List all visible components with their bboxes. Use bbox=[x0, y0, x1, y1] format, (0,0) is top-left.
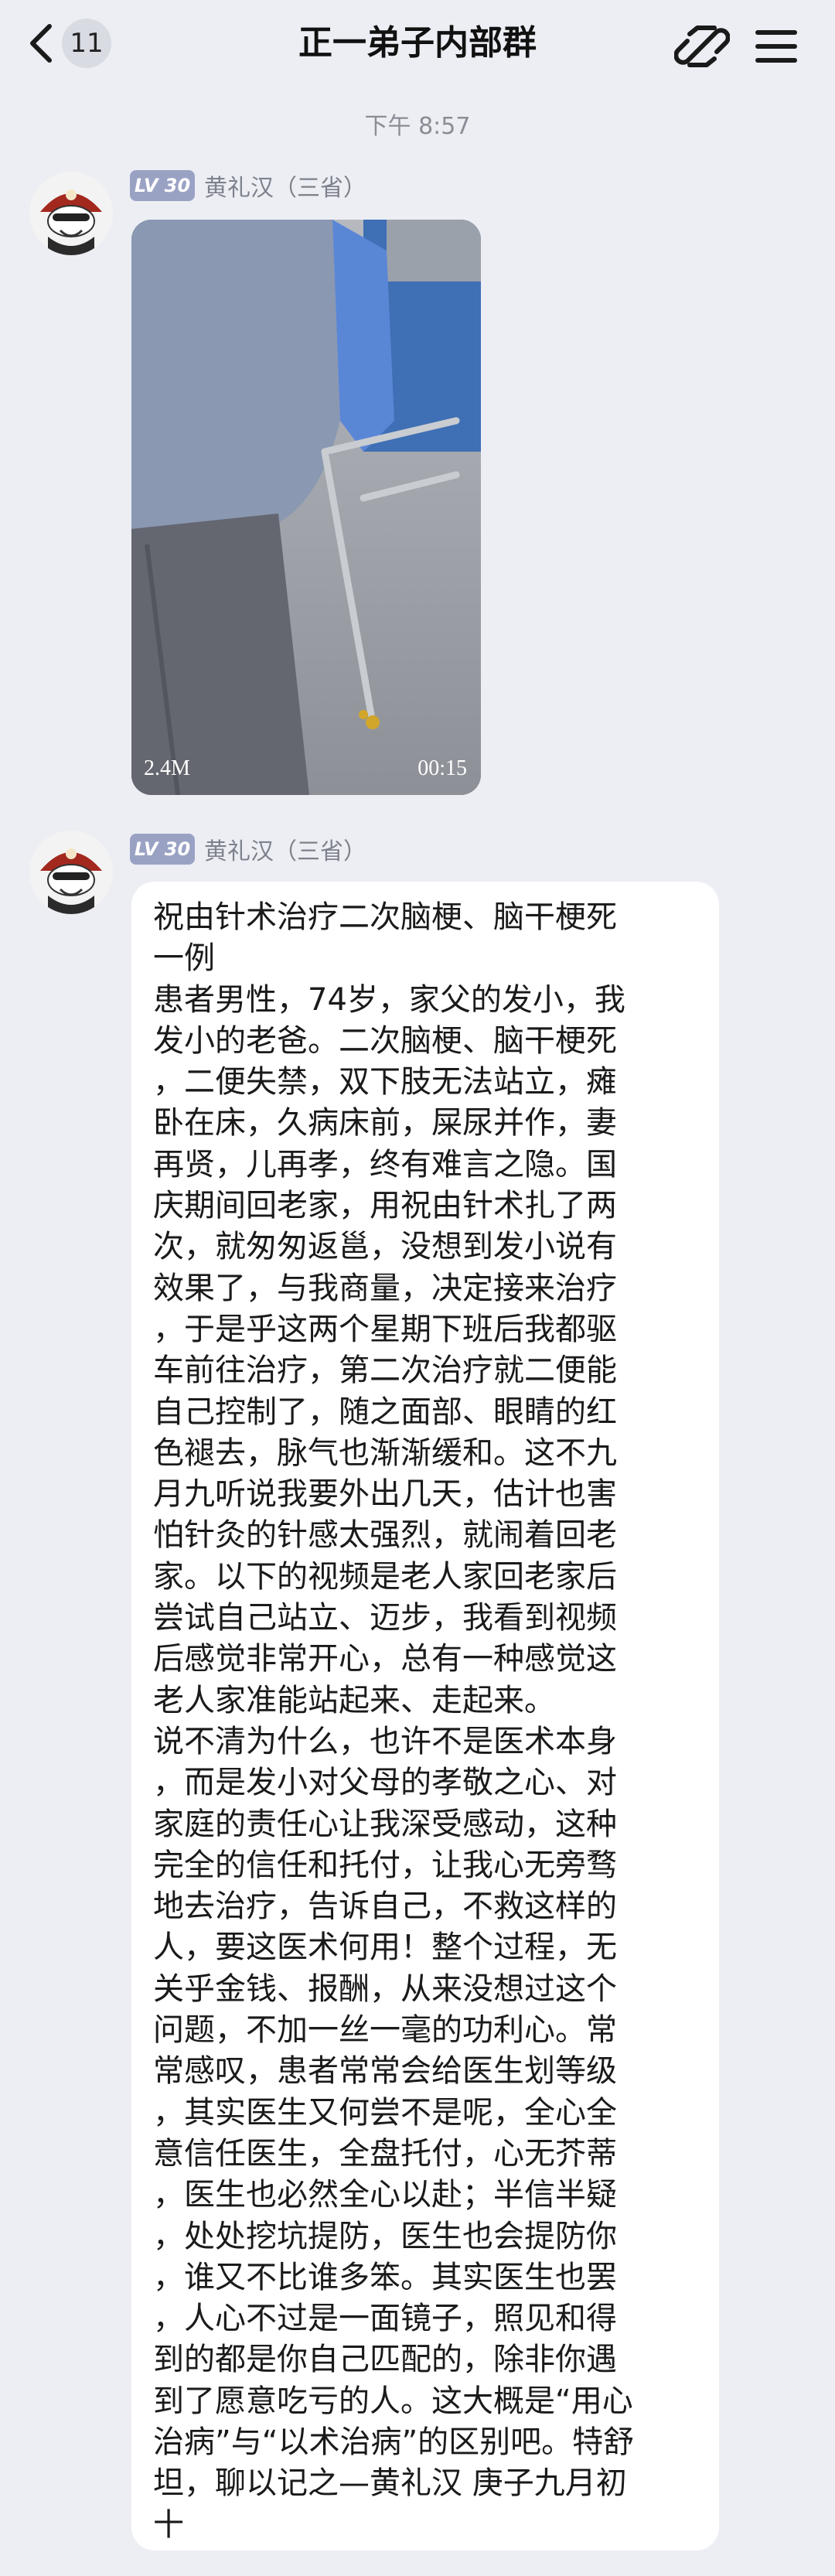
message-text-line: ，二便失禁，双下肢无法站立，瘫 bbox=[153, 1064, 617, 1100]
message-text-line: 色褪去，脉气也渐渐缓和。这不九 bbox=[153, 1435, 617, 1471]
message-text-line: 一例 bbox=[153, 940, 215, 977]
chat-header: 11 正一弟子内部群 bbox=[0, 0, 835, 91]
message-text-line: 祝由针术治疗二次脑梗、脑干梗死 bbox=[153, 899, 617, 935]
message-text-line: 说不清为什么，也许不是医术本身 bbox=[153, 1723, 617, 1759]
message-text-line: 到的都是你自己匹配的，除非你遇 bbox=[153, 2342, 617, 2378]
message-text-line: 患者男性，74岁，家父的发小，我 bbox=[153, 981, 625, 1018]
message-text-line: ，而是发小对父母的孝敬之心、对 bbox=[153, 1765, 617, 1801]
message-text-line: 怕针灸的针感太强烈，就闹着回老 bbox=[153, 1517, 617, 1554]
video-duration: 00:15 bbox=[418, 756, 467, 780]
message-text-line: ，其实医生又何尝不是呢，全心全 bbox=[153, 2094, 617, 2131]
avatar-image bbox=[29, 172, 113, 255]
message-text-line: ，人心不过是一面镜子，照见和得 bbox=[153, 2301, 617, 2337]
message-text-line: ，医生也必然全心以赴；半信半疑 bbox=[153, 2177, 617, 2213]
sender-name[interactable]: 黄礼汉（三省） bbox=[204, 169, 366, 203]
sender-info: LV 30 黄礼汉（三省） bbox=[130, 169, 366, 203]
video-thumbnail-image bbox=[131, 220, 481, 795]
message-timestamp: 下午 8:57 bbox=[364, 113, 471, 140]
message-text-line: 庆期间回老家，用祝由针术扎了两 bbox=[153, 1188, 617, 1224]
level-badge: LV 30 bbox=[130, 834, 195, 865]
message-text-line: 效果了，与我商量，决定接来治疗 bbox=[153, 1270, 617, 1306]
sender-name[interactable]: 黄礼汉（三省） bbox=[204, 832, 366, 866]
menu-icon[interactable] bbox=[748, 19, 804, 74]
avatar[interactable] bbox=[29, 172, 113, 255]
message-text-line: 尝试自己站立、迈步，我看到视频 bbox=[153, 1600, 617, 1636]
message-text-line: 次，就匆匆返邕，没想到发小说有 bbox=[153, 1229, 617, 1265]
message-text-line: 月九听说我要外出几天，估计也害 bbox=[153, 1476, 617, 1513]
message-text-line: 人，要这医术何用！整个过程，无 bbox=[153, 1929, 617, 1966]
message-text-line: 后感觉非常开心，总有一种感觉这 bbox=[153, 1641, 617, 1677]
avatar[interactable] bbox=[29, 831, 113, 914]
sender-info: LV 30 黄礼汉（三省） bbox=[130, 834, 366, 865]
message-text-line: 发小的老爸。二次脑梗、脑干梗死 bbox=[153, 1022, 617, 1059]
video-file-size: 2.4M bbox=[144, 756, 190, 780]
message-text-line: 完全的信任和托付，让我心无旁骛 bbox=[153, 1847, 617, 1883]
message-text-line: 自己控制了，随之面部、眼睛的红 bbox=[153, 1394, 617, 1430]
message-text-line: 问题，不加一丝一毫的功利心。常 bbox=[153, 2012, 617, 2049]
message-text-line: ，谁又不比谁多笨。其实医生也罢 bbox=[153, 2259, 617, 2295]
link-icon[interactable] bbox=[674, 19, 730, 74]
level-badge: LV 30 bbox=[130, 170, 195, 201]
message-text-line: 到了愿意吃亏的人。这大概是“用心 bbox=[153, 2383, 633, 2419]
message-text-line: 家。以下的视频是老人家回老家后 bbox=[153, 1558, 617, 1595]
message-text: 祝由针术治疗二次脑梗、脑干梗死 一例患者男性，74岁，家父的发小，我 发小的老爸。二… bbox=[153, 897, 699, 2546]
message-text-line: 车前往治疗，第二次治疗就二便能 bbox=[153, 1353, 617, 1389]
message-text-line: 意信任医生，全盘托付，心无芥蒂 bbox=[153, 2135, 617, 2172]
video-message[interactable]: 2.4M 00:15 bbox=[131, 220, 481, 795]
text-message-bubble[interactable]: 祝由针术治疗二次脑梗、脑干梗死 一例患者男性，74岁，家父的发小，我 发小的老爸。二… bbox=[131, 882, 719, 2550]
message-text-line: 坦，聊以记之—黄礼汉 庚子九月初 bbox=[153, 2465, 627, 2502]
message-text-line: 十 bbox=[153, 2506, 184, 2543]
message-text-line: 常感叹，患者常常会给医生划等级 bbox=[153, 2053, 617, 2090]
avatar-image bbox=[29, 831, 113, 914]
message-text-line: 再贤，儿再孝，终有难言之隐。国 bbox=[153, 1146, 617, 1182]
message-text-line: ，于是乎这两个星期下班后我都驱 bbox=[153, 1311, 617, 1347]
message-text-line: 家庭的责任心让我深受感动，这种 bbox=[153, 1806, 617, 1842]
message-text-line: 地去治疗，告诉自己，不救这样的 bbox=[153, 1888, 617, 1925]
message-text-line: 老人家准能站起来、走起来。 bbox=[153, 1682, 555, 1718]
message-text-line: ，处处挖坑提防，医生也会提防你 bbox=[153, 2218, 617, 2254]
message-text-line: 卧在床，久病床前，屎尿并作，妻 bbox=[153, 1105, 617, 1141]
message-text-line: 关乎金钱、报酬，从来没想过这个 bbox=[153, 1970, 617, 2007]
message-text-line: 治病”与“以术治病”的区别吧。特舒 bbox=[153, 2424, 635, 2460]
